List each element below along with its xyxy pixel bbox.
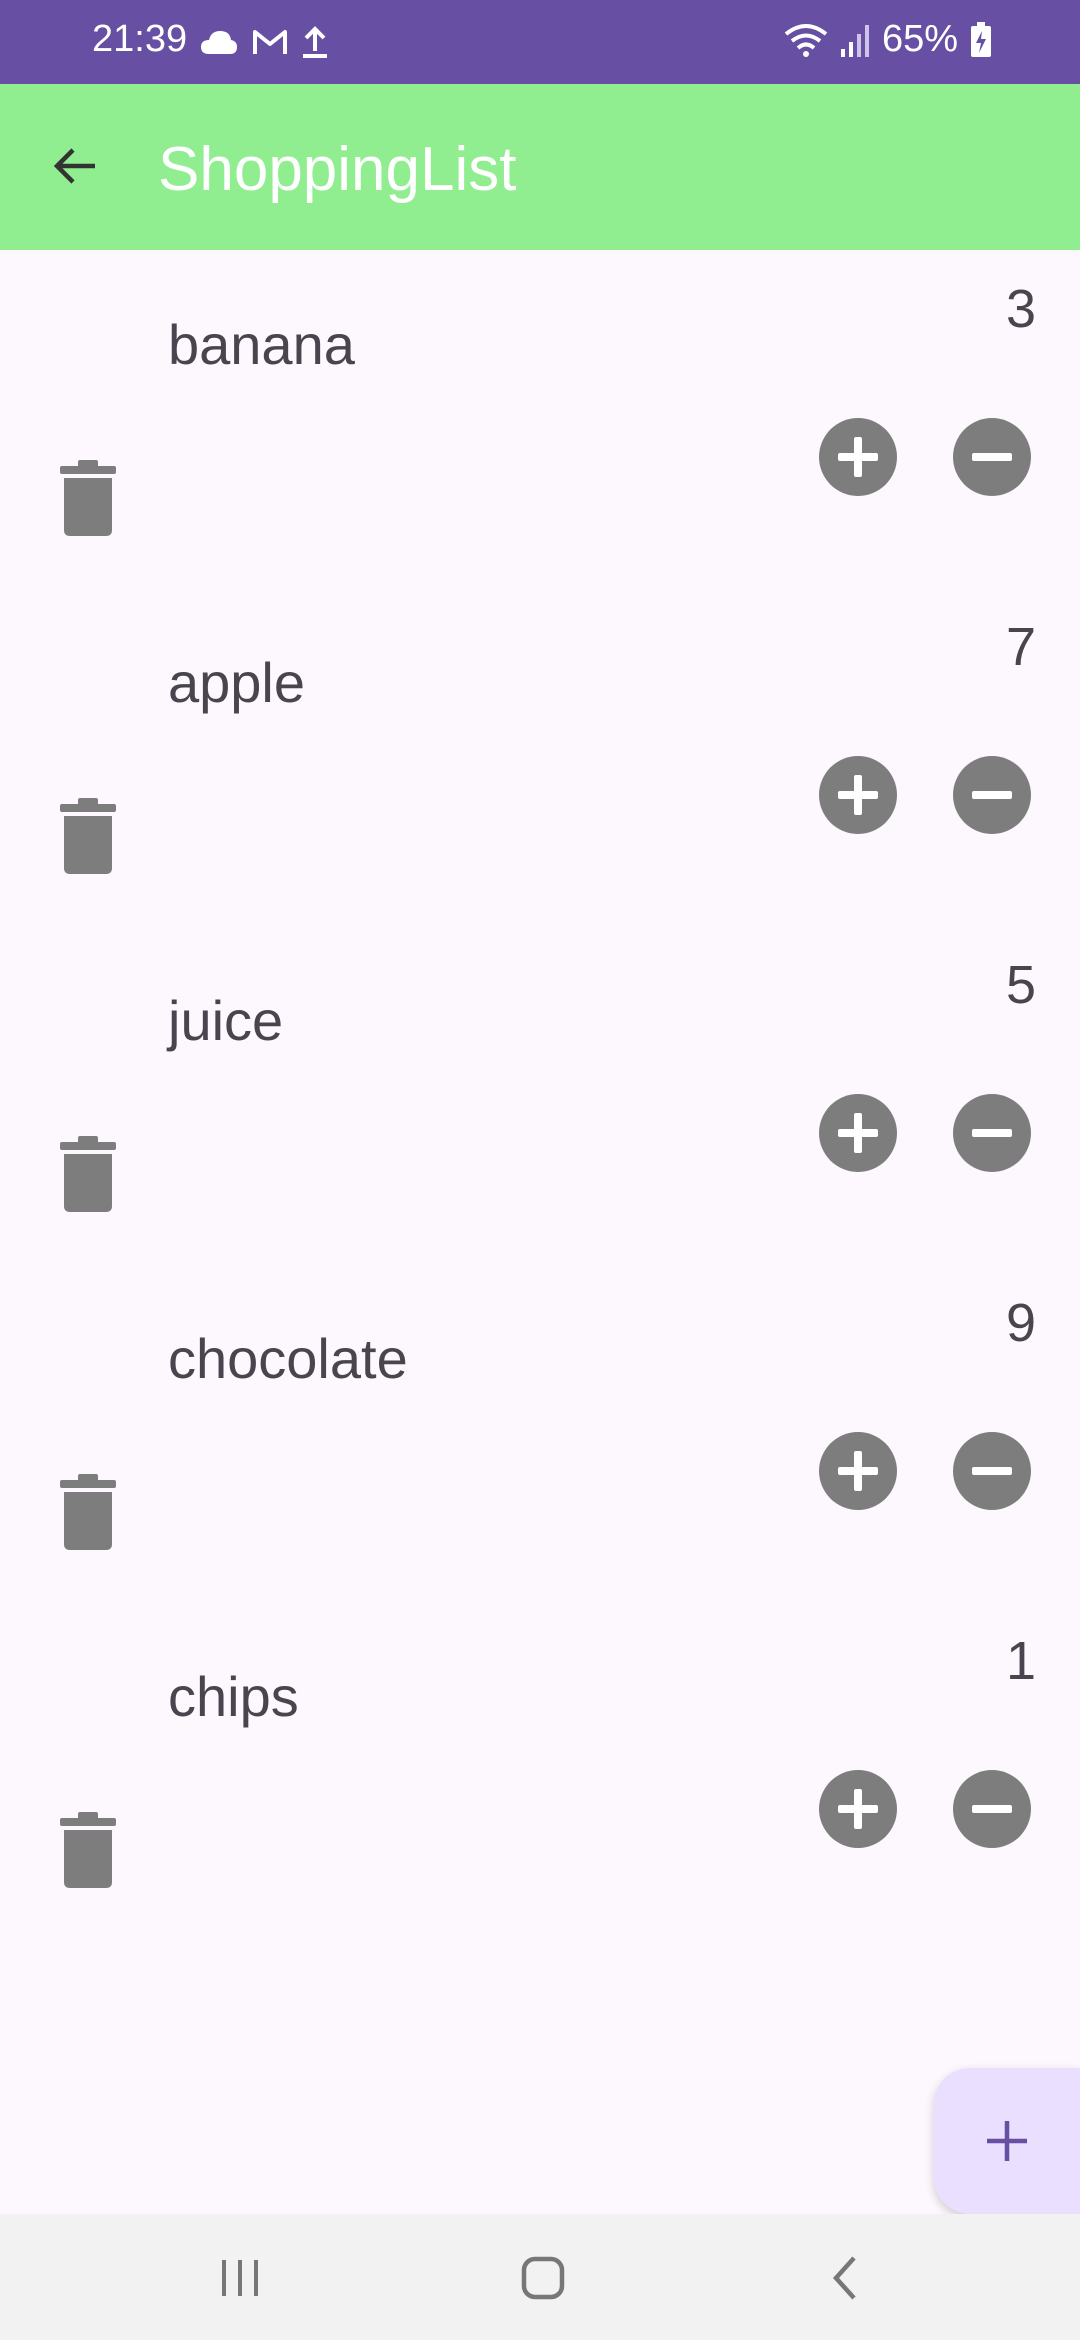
increase-button[interactable]	[819, 1770, 897, 1848]
decrease-button[interactable]	[953, 1432, 1031, 1510]
back-button[interactable]	[40, 131, 110, 201]
increase-button[interactable]	[819, 418, 897, 496]
add-icon	[987, 2121, 1027, 2161]
recents-icon	[222, 2260, 258, 2296]
increase-button[interactable]	[819, 1094, 897, 1172]
item-name: apple	[168, 651, 306, 714]
recents-button[interactable]	[210, 2250, 270, 2306]
decrease-button[interactable]	[953, 1770, 1031, 1848]
item-quantity: 3	[1005, 279, 1036, 339]
gmail-icon	[253, 30, 287, 54]
item-quantity: 1	[1005, 1631, 1036, 1691]
arrow-back-icon	[53, 148, 95, 184]
delete-icon[interactable]	[58, 1812, 118, 1888]
list-item: banana 3	[0, 250, 1080, 588]
increase-button[interactable]	[819, 1432, 897, 1510]
list-item: chips 1	[0, 1602, 1080, 1940]
upload-icon	[303, 26, 327, 58]
battery-charging-icon	[971, 21, 991, 57]
cloud-icon	[201, 31, 237, 54]
delete-icon[interactable]	[58, 1474, 118, 1550]
signal-icon	[840, 24, 869, 57]
home-button[interactable]	[513, 2250, 573, 2306]
nav-back-button[interactable]	[815, 2250, 875, 2306]
home-icon	[521, 2256, 565, 2300]
status-notification-icons	[200, 20, 328, 64]
status-system-icons: 65%	[784, 18, 992, 61]
item-quantity: 7	[1005, 617, 1036, 677]
decrease-button[interactable]	[953, 756, 1031, 834]
add-item-fab[interactable]	[934, 2068, 1080, 2214]
back-icon	[832, 2256, 856, 2300]
item-name: chips	[168, 1665, 299, 1728]
delete-icon[interactable]	[58, 460, 118, 536]
list-item: apple 7	[0, 588, 1080, 926]
list-item: juice 5	[0, 926, 1080, 1264]
delete-icon[interactable]	[58, 798, 118, 874]
battery-percent: 65%	[881, 18, 958, 60]
decrease-button[interactable]	[953, 1094, 1031, 1172]
item-name: chocolate	[168, 1327, 408, 1390]
item-quantity: 5	[1005, 955, 1036, 1015]
system-nav-bar	[0, 2214, 1080, 2340]
decrease-button[interactable]	[953, 418, 1031, 496]
item-quantity: 9	[1005, 1293, 1036, 1353]
list-item: chocolate 9	[0, 1264, 1080, 1602]
delete-icon[interactable]	[58, 1136, 118, 1212]
item-name: banana	[168, 313, 355, 376]
app-bar: ShoppingList	[0, 84, 1080, 250]
item-name: juice	[168, 989, 284, 1052]
wifi-icon	[784, 23, 828, 57]
page-title: ShoppingList	[158, 135, 517, 204]
status-bar: 21:39 65%	[0, 0, 1080, 84]
status-time: 21:39	[92, 18, 188, 60]
increase-button[interactable]	[819, 756, 897, 834]
